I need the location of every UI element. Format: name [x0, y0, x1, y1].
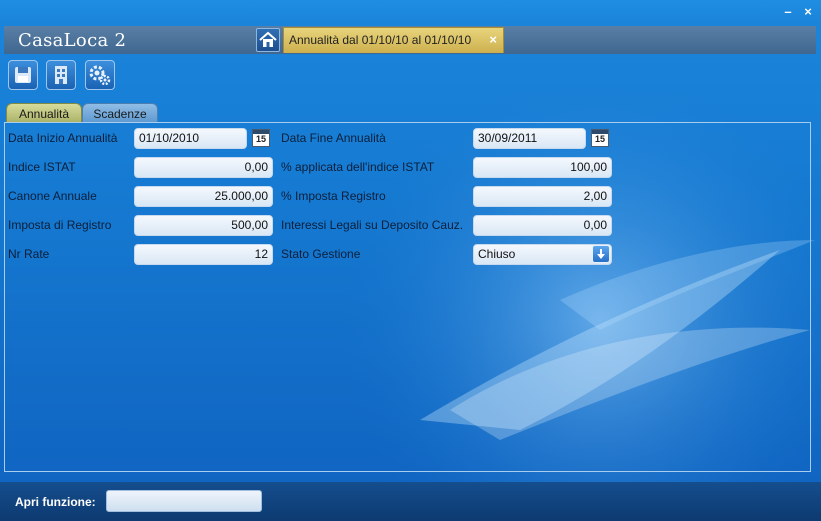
form-panel — [4, 122, 811, 472]
interessi-label: Interessi Legali su Deposito Cauz. — [281, 218, 464, 232]
close-window-button[interactable]: × — [800, 4, 816, 20]
building-icon — [55, 66, 67, 84]
stato-dropdown-button[interactable] — [592, 245, 610, 263]
apri-funzione-input[interactable] — [106, 490, 262, 512]
save-icon — [15, 67, 31, 83]
minimize-button[interactable]: – — [780, 4, 796, 20]
perc-istat-field[interactable]: 100,00 — [473, 157, 612, 178]
building-button[interactable] — [46, 60, 76, 90]
canone-field[interactable]: 25.000,00 — [134, 186, 273, 207]
imposta-registro-field[interactable]: 500,00 — [134, 215, 273, 236]
calendar-day: 15 — [255, 134, 266, 144]
document-tab-label: Annualità dal 01/10/10 al 01/10/10 — [289, 33, 472, 47]
data-inizio-field[interactable]: 01/10/2010 — [134, 128, 247, 149]
apri-funzione-label: Apri funzione: — [15, 495, 96, 509]
interessi-field[interactable]: 0,00 — [473, 215, 612, 236]
save-button[interactable] — [8, 60, 38, 90]
indice-istat-field[interactable]: 0,00 — [134, 157, 273, 178]
close-tab-icon[interactable]: × — [489, 32, 497, 47]
data-fine-field[interactable]: 30/09/2011 — [473, 128, 586, 149]
indice-istat-label: Indice ISTAT — [8, 160, 76, 174]
tab-annualita[interactable]: Annualità — [6, 103, 82, 123]
calendar-day: 15 — [594, 134, 605, 144]
title-bar — [0, 0, 821, 24]
home-button[interactable] — [256, 28, 280, 52]
data-fine-label: Data Fine Annualità — [281, 131, 386, 145]
app-window: – × CasaLoca 2 Annualità dal 01/10/10 al… — [0, 0, 821, 521]
canone-label: Canone Annuale — [8, 189, 97, 203]
tab-scadenze[interactable]: Scadenze — [82, 103, 158, 123]
home-icon — [259, 31, 277, 47]
app-title: CasaLoca 2 — [18, 30, 127, 51]
perc-imposta-field[interactable]: 2,00 — [473, 186, 612, 207]
footer-bar: Apri funzione: — [0, 482, 821, 521]
imposta-registro-label: Imposta di Registro — [8, 218, 112, 232]
nr-rate-field[interactable]: 12 — [134, 244, 273, 265]
arrow-down-icon — [597, 249, 605, 259]
data-fine-calendar-button[interactable]: 15 — [591, 129, 609, 147]
data-inizio-label: Data Inizio Annualità — [8, 131, 118, 145]
perc-imposta-label: % Imposta Registro — [281, 189, 386, 203]
perc-istat-label: % applicata dell'indice ISTAT — [281, 160, 435, 174]
stato-label: Stato Gestione — [281, 247, 361, 261]
nr-rate-label: Nr Rate — [8, 247, 50, 261]
data-inizio-calendar-button[interactable]: 15 — [252, 129, 270, 147]
settings-button[interactable] — [85, 60, 115, 90]
document-tab[interactable]: Annualità dal 01/10/10 al 01/10/10 × — [283, 27, 504, 53]
settings-gears-icon — [89, 65, 111, 86]
